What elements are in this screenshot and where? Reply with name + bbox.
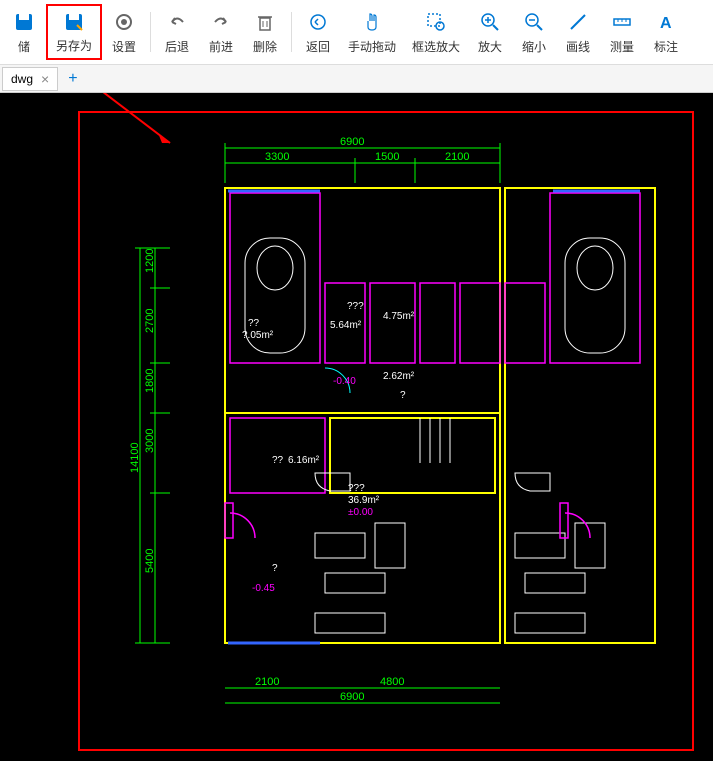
trash-icon: [253, 10, 277, 34]
svg-text:1500: 1500: [375, 151, 399, 163]
return-button[interactable]: 返回: [296, 4, 340, 60]
svg-text:3000: 3000: [144, 429, 156, 453]
separator: [291, 12, 292, 52]
hand-icon: [360, 10, 384, 34]
svg-text:1200: 1200: [144, 249, 156, 273]
svg-text:6900: 6900: [340, 691, 364, 703]
main-toolbar: 储 另存为 设置 后退 前进 删除 返回 手动拖动 框选放大 放大 缩小: [0, 0, 713, 65]
pan-button[interactable]: 手动拖动: [340, 4, 404, 60]
room-label: ?: [272, 563, 278, 574]
tab-bar: dwg × +: [0, 65, 713, 93]
separator: [150, 12, 151, 52]
save-as-button[interactable]: 另存为: [46, 4, 102, 60]
room-area: 6.16m²: [288, 455, 319, 466]
return-icon: [306, 10, 330, 34]
forward-button[interactable]: 前进: [199, 4, 243, 60]
room-area: ?.05m²: [242, 330, 273, 341]
undo-icon: [165, 10, 189, 34]
gear-icon: [112, 10, 136, 34]
svg-text:2700: 2700: [144, 309, 156, 333]
line-icon: [566, 10, 590, 34]
save-as-icon: [62, 10, 86, 33]
svg-text:5400: 5400: [144, 549, 156, 573]
save-icon: [12, 10, 36, 34]
room-area: 2.62m²: [383, 371, 414, 382]
zoom-out-icon: [522, 10, 546, 34]
drawing-canvas[interactable]: 6900 3300 1500 2100 14100 1200 2700 1800…: [0, 93, 713, 761]
elevation: -0.40: [333, 376, 356, 387]
room-area: 4.75m²: [383, 311, 414, 322]
line-button[interactable]: 画线: [556, 4, 600, 60]
svg-text:1800: 1800: [144, 369, 156, 393]
zoom-window-icon: [424, 10, 448, 34]
back-button[interactable]: 后退: [155, 4, 199, 60]
svg-text:2100: 2100: [445, 151, 469, 163]
measure-button[interactable]: 测量: [600, 4, 644, 60]
svg-text:3300: 3300: [265, 151, 289, 163]
delete-button[interactable]: 删除: [243, 4, 287, 60]
room-label: ???: [347, 301, 364, 312]
svg-text:6900: 6900: [340, 136, 364, 148]
svg-text:14100: 14100: [129, 442, 141, 473]
room-label: ???: [348, 483, 365, 494]
cad-drawing: 6900 3300 1500 2100 14100 1200 2700 1800…: [120, 133, 660, 713]
redo-icon: [209, 10, 233, 34]
zoom-out-button[interactable]: 缩小: [512, 4, 556, 60]
label-button[interactable]: A 标注: [644, 4, 688, 60]
zoom-window-button[interactable]: 框选放大: [404, 4, 468, 60]
svg-text:4800: 4800: [380, 676, 404, 688]
room-label: ??: [272, 455, 283, 466]
tab-label: dwg: [11, 72, 33, 86]
svg-text:A: A: [660, 15, 672, 32]
room-label: ??: [248, 318, 259, 329]
zoom-in-icon: [478, 10, 502, 34]
svg-text:2100: 2100: [255, 676, 279, 688]
settings-button[interactable]: 设置: [102, 4, 146, 60]
zoom-in-button[interactable]: 放大: [468, 4, 512, 60]
room-label: ?: [400, 390, 406, 401]
tab-close-button[interactable]: ×: [41, 71, 49, 87]
room-area: 5.64m²: [330, 320, 361, 331]
ruler-icon: [610, 10, 634, 34]
elevation: ±0.00: [348, 507, 373, 518]
elevation: -0.45: [252, 583, 275, 594]
add-tab-button[interactable]: +: [62, 70, 83, 88]
room-area: 36.9m²: [348, 495, 379, 506]
file-tab[interactable]: dwg ×: [2, 67, 58, 91]
text-icon: A: [654, 10, 678, 34]
save-button[interactable]: 储: [2, 4, 46, 60]
